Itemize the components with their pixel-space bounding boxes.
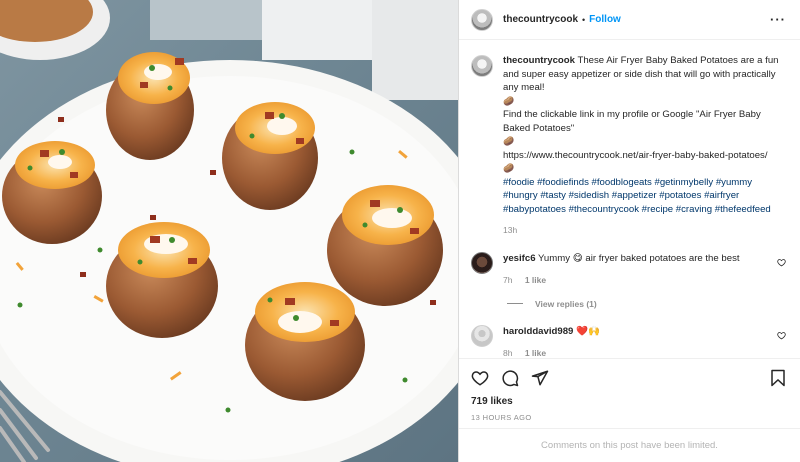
caption-time: 13h bbox=[503, 225, 518, 235]
heart-icon[interactable] bbox=[777, 331, 786, 340]
avatar[interactable] bbox=[471, 324, 493, 347]
bookmark-icon[interactable] bbox=[770, 369, 786, 387]
comment-username[interactable]: yesifc6 bbox=[503, 253, 536, 264]
comment-time: 8h bbox=[503, 347, 513, 358]
avatar[interactable] bbox=[471, 55, 493, 77]
more-icon[interactable]: ··· bbox=[770, 12, 786, 27]
post-header: thecountrycook • Follow ··· bbox=[459, 0, 800, 40]
follow-button[interactable]: Follow bbox=[589, 14, 621, 25]
heart-icon[interactable] bbox=[471, 369, 489, 387]
comment-text: Yummy bbox=[538, 252, 571, 264]
potato-emoji: 🥔 bbox=[503, 95, 515, 106]
comment-icon[interactable] bbox=[501, 369, 519, 387]
heart-icon[interactable] bbox=[777, 258, 786, 267]
share-icon[interactable] bbox=[531, 369, 549, 387]
smile-emoji: 😋 bbox=[572, 252, 583, 264]
view-replies-button[interactable]: View replies (1) bbox=[507, 299, 786, 309]
comment-item: harolddavid989 ❤️🙌 8h 1 like bbox=[471, 324, 786, 359]
caption-text-2: Find the clickable link in my profile or… bbox=[503, 109, 761, 134]
separator-dot: • bbox=[582, 14, 586, 25]
comment-username[interactable]: harolddavid989 bbox=[503, 326, 573, 337]
potato-emoji: 🥔 bbox=[503, 163, 515, 173]
avatar[interactable] bbox=[471, 251, 493, 274]
comments-limited-notice: Comments on this post have been limited. bbox=[459, 428, 800, 462]
potato-emoji: 🥔 bbox=[503, 136, 515, 146]
view-replies-label: View replies (1) bbox=[535, 298, 597, 309]
comment-text-tail: air fryer baked potatoes are the best bbox=[585, 252, 740, 264]
post-photo bbox=[0, 0, 458, 462]
avatar[interactable] bbox=[471, 8, 493, 31]
post-time-ago: 13 HOURS AGO bbox=[471, 413, 532, 422]
comment-likes[interactable]: 1 like bbox=[525, 348, 546, 358]
heart-hands-emoji: ❤️🙌 bbox=[576, 325, 600, 337]
author-username[interactable]: thecountrycook bbox=[503, 14, 578, 25]
caption-username[interactable]: thecountrycook bbox=[503, 55, 575, 66]
post-actions: 719 likes 13 HOURS AGO bbox=[459, 358, 800, 422]
comment-item: yesifc6 Yummy 😋 air fryer baked potatoes… bbox=[471, 251, 786, 287]
likes-count[interactable]: 719 likes bbox=[471, 396, 786, 407]
comments-scroll-area[interactable]: thecountrycook These Air Fryer Baby Bake… bbox=[459, 40, 800, 358]
caption: thecountrycook These Air Fryer Baby Bake… bbox=[471, 54, 786, 238]
hashtags[interactable]: #foodie #foodiefinds #foodblogeats #geti… bbox=[503, 176, 786, 217]
recipe-link[interactable]: https://www.thecountrycook.net/air-fryer… bbox=[503, 149, 786, 163]
replies-line bbox=[507, 303, 523, 304]
comment-time: 7h bbox=[503, 274, 513, 285]
comment-likes[interactable]: 1 like bbox=[525, 275, 546, 285]
post-detail-panel: thecountrycook • Follow ··· thecountryco… bbox=[458, 0, 800, 462]
